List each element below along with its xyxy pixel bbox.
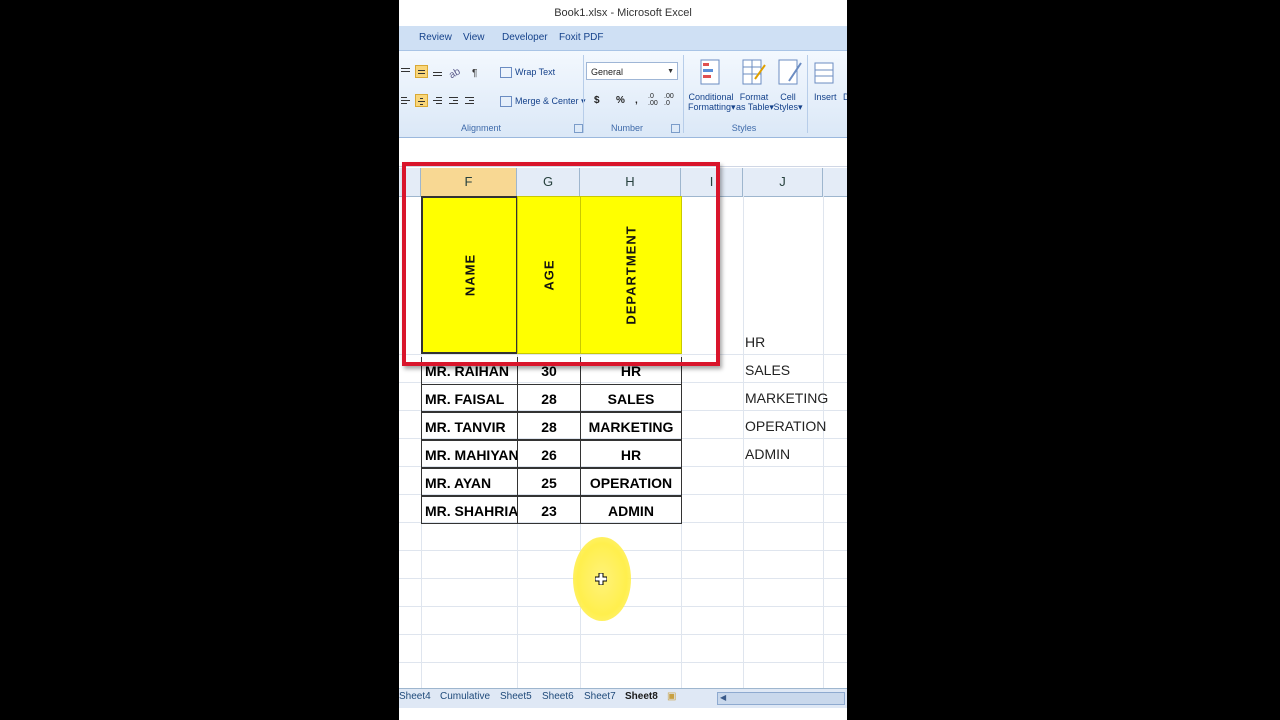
svg-text:ab: ab xyxy=(447,66,463,78)
tab-view[interactable]: View xyxy=(463,32,485,43)
annotation-highlight-box xyxy=(402,162,720,366)
gridline xyxy=(399,662,847,663)
status-bar xyxy=(399,708,847,720)
sheet-tab[interactable]: Sheet7 xyxy=(584,691,616,702)
column-j-cell[interactable]: HR xyxy=(745,328,765,356)
tab-review[interactable]: Review xyxy=(419,32,452,43)
number-group-label: Number xyxy=(610,123,643,133)
insert-button[interactable]: Insert xyxy=(814,92,837,102)
table-cell-department[interactable]: OPERATION xyxy=(580,468,682,496)
align-bottom-icon[interactable] xyxy=(431,65,444,78)
sheet-tabs-bar: Sheet4 Cumulative Sheet5 Sheet6 Sheet7 S… xyxy=(399,688,847,709)
sheet-tab[interactable]: Cumulative xyxy=(440,691,490,702)
ribbon-tabs: Review View Developer Foxit PDF xyxy=(399,26,847,51)
cell-cursor-icon xyxy=(595,573,607,585)
ribbon-separator xyxy=(807,55,808,133)
window-title: Book1.xlsx - Microsoft Excel xyxy=(399,0,847,26)
table-cell-department[interactable]: SALES xyxy=(580,384,682,412)
table-cell-name[interactable]: MR. MAHIYAN xyxy=(421,440,518,468)
column-j-cell[interactable]: OPERATION xyxy=(745,412,826,440)
table-cell-age[interactable]: 25 xyxy=(517,468,581,496)
table-cell-age[interactable]: 28 xyxy=(517,384,581,412)
tab-foxit-pdf[interactable]: Foxit PDF xyxy=(559,32,603,43)
format-as-table-button[interactable]: Format as Table▾ xyxy=(736,92,774,113)
table-cell-name[interactable]: MR. FAISAL xyxy=(421,384,518,412)
align-left-icon[interactable] xyxy=(399,94,412,107)
ribbon: ab ¶ Wrap Text Merge & Center ▾ Alignmen… xyxy=(399,51,847,138)
styles-group-label: Styles xyxy=(731,123,757,133)
table-cell-age[interactable]: 28 xyxy=(517,412,581,440)
gridline xyxy=(823,196,824,688)
merge-center-icon xyxy=(500,96,512,108)
column-j-cell[interactable]: ADMIN xyxy=(745,440,790,468)
wrap-text-icon xyxy=(500,67,512,79)
conditional-formatting-label-2: Formatting xyxy=(688,102,732,112)
svg-text:¶: ¶ xyxy=(472,68,477,78)
vertical-alignment-buttons: ab ¶ xyxy=(399,65,488,81)
table-cell-name[interactable]: MR. TANVIR xyxy=(421,412,518,440)
number-dialog-launcher-icon[interactable] xyxy=(671,124,680,133)
cell-styles-icon[interactable] xyxy=(775,57,803,91)
column-header-j[interactable]: J xyxy=(743,168,823,196)
table-cell-name[interactable]: MR. SHAHRIAR xyxy=(421,496,518,524)
table-cell-age[interactable]: 26 xyxy=(517,440,581,468)
increase-indent-icon[interactable] xyxy=(463,94,476,107)
ribbon-separator xyxy=(583,55,584,133)
merge-center-button[interactable]: Merge & Center ▾ xyxy=(500,96,586,108)
delete-button-partial[interactable]: D xyxy=(843,92,847,102)
horizontal-alignment-buttons xyxy=(399,94,476,107)
decrease-indent-icon[interactable] xyxy=(447,94,460,107)
cell-styles-button[interactable]: Cell Styles▾ xyxy=(773,92,803,113)
wrap-text-button[interactable]: Wrap Text xyxy=(500,67,556,79)
alignment-group-label: Alignment xyxy=(460,123,502,133)
align-middle-icon[interactable] xyxy=(415,65,428,78)
table-cell-name[interactable]: MR. AYAN xyxy=(421,468,518,496)
align-right-icon[interactable] xyxy=(431,94,444,107)
conditional-formatting-icon[interactable] xyxy=(697,57,725,91)
alignment-dialog-launcher-icon[interactable] xyxy=(574,124,583,133)
percent-button[interactable]: % xyxy=(616,95,625,106)
sheet-tab-active[interactable]: Sheet8 xyxy=(625,691,658,702)
orientation-icon[interactable]: ab xyxy=(447,65,467,81)
sheet-tab[interactable]: Sheet4 xyxy=(399,691,431,702)
table-cell-department[interactable]: HR xyxy=(580,440,682,468)
column-j-cell[interactable]: MARKETING xyxy=(745,384,828,412)
merge-center-label: Merge & Center xyxy=(515,96,579,106)
number-format-value: General xyxy=(591,67,624,77)
insert-sheet-icon[interactable]: ▣ xyxy=(667,691,676,702)
table-cell-department[interactable]: MARKETING xyxy=(580,412,682,440)
table-cell-age[interactable]: 23 xyxy=(517,496,581,524)
increase-decimal-button[interactable]: .0 .00 xyxy=(648,93,662,107)
cell-styles-label-2: Styles xyxy=(773,102,798,112)
ribbon-separator xyxy=(683,55,684,133)
cell-styles-label-1: Cell xyxy=(780,92,796,102)
align-top-icon[interactable] xyxy=(399,65,412,78)
sheet-tab[interactable]: Sheet5 xyxy=(500,691,532,702)
sheet-tab[interactable]: Sheet6 xyxy=(542,691,574,702)
comma-button[interactable]: , xyxy=(635,95,638,106)
wrap-text-label: Wrap Text xyxy=(515,67,556,77)
horizontal-scrollbar[interactable]: ◀ xyxy=(717,692,845,705)
insert-cells-icon[interactable] xyxy=(811,57,839,91)
conditional-formatting-button[interactable]: Conditional Formatting▾ xyxy=(688,92,736,113)
conditional-formatting-label-1: Conditional xyxy=(688,92,734,102)
tab-developer[interactable]: Developer xyxy=(502,32,548,43)
column-j-cell[interactable]: SALES xyxy=(745,356,790,384)
table-cell-department[interactable]: ADMIN xyxy=(580,496,682,524)
format-as-table-label-1: Format xyxy=(739,92,769,102)
format-as-table-icon[interactable] xyxy=(739,57,767,91)
gridline xyxy=(399,634,847,635)
currency-button[interactable]: $ xyxy=(594,95,600,106)
decrease-decimal-button[interactable]: .00 .0 xyxy=(664,93,678,107)
align-center-icon[interactable] xyxy=(415,94,428,107)
gridline xyxy=(743,196,744,688)
number-format-dropdown[interactable]: General ▼ xyxy=(586,62,678,80)
scroll-left-icon[interactable]: ◀ xyxy=(720,693,726,702)
format-as-table-label-2: as Table xyxy=(736,102,770,112)
text-direction-icon[interactable]: ¶ xyxy=(470,65,488,79)
chevron-down-icon: ▼ xyxy=(667,68,674,75)
